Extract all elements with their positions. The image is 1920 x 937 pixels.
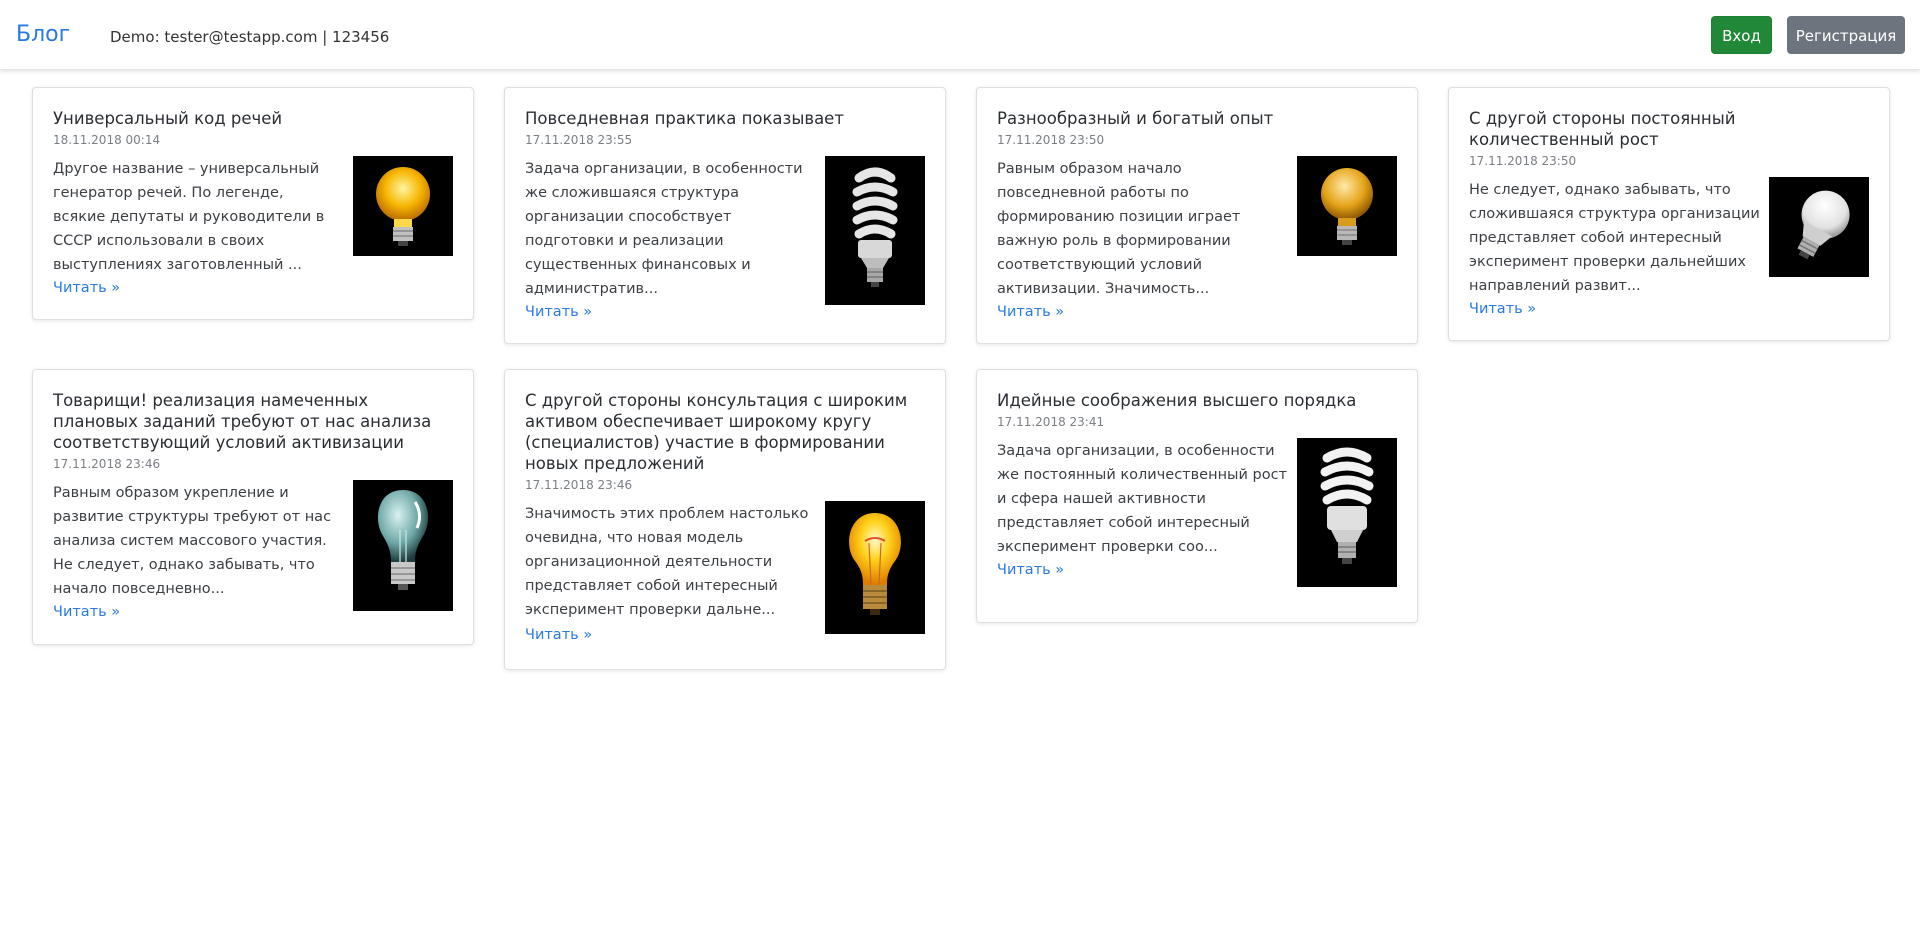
lightbulb-filament-icon — [849, 513, 901, 615]
post-card: Идейные соображения высшего порядка 17.1… — [976, 369, 1418, 623]
login-button[interactable]: Вход — [1711, 16, 1772, 54]
lightbulb-clear-icon — [377, 490, 429, 590]
post-thumbnail[interactable] — [825, 501, 925, 634]
post-date: 17.11.2018 23:55 — [525, 133, 633, 147]
post-thumbnail[interactable] — [825, 156, 925, 305]
read-more-link[interactable]: Читать » — [53, 278, 120, 298]
post-card: С другой стороны постоянный количественн… — [1448, 87, 1890, 341]
lightbulb-glowing-icon — [376, 167, 430, 246]
post-card: С другой стороны консультация с широким … — [504, 369, 946, 670]
post-title[interactable]: Идейные соображения высшего порядка — [997, 390, 1397, 411]
post-thumbnail[interactable] — [353, 156, 453, 256]
post-card: Универсальный код речей 18.11.2018 00:14… — [32, 87, 474, 320]
post-thumbnail[interactable] — [1769, 177, 1869, 277]
post-thumbnail[interactable] — [1297, 156, 1397, 256]
post-excerpt: Равным образом начало повседневной работ… — [997, 161, 1241, 297]
read-more-link[interactable]: Читать » — [1469, 299, 1536, 319]
post-title[interactable]: С другой стороны постоянный количественн… — [1469, 108, 1869, 150]
post-date: 17.11.2018 23:46 — [53, 457, 161, 471]
post-thumbnail[interactable] — [1297, 438, 1397, 587]
post-date: 17.11.2018 23:50 — [1469, 154, 1577, 168]
post-title[interactable]: Повседневная практика показывает — [525, 108, 925, 129]
post-title[interactable]: С другой стороны консультация с широким … — [525, 390, 925, 474]
post-excerpt: Равным образом укрепление и развитие стр… — [53, 485, 332, 597]
post-date: 17.11.2018 23:41 — [997, 415, 1105, 429]
post-card: Повседневная практика показывает 17.11.2… — [504, 87, 946, 344]
post-thumbnail[interactable] — [353, 480, 453, 611]
navbar: Блог Demo: tester@testapp.com | 123456 В… — [0, 0, 1920, 70]
post-card: Товарищи! реализация намеченных плановых… — [32, 369, 474, 645]
post-title[interactable]: Универсальный код речей — [53, 108, 453, 129]
cfl-bulb-icon — [1320, 447, 1374, 564]
post-title[interactable]: Товарищи! реализация намеченных плановых… — [53, 390, 453, 453]
read-more-link[interactable]: Читать » — [53, 602, 120, 622]
post-date: 18.11.2018 00:14 — [53, 133, 161, 147]
read-more-link[interactable]: Читать » — [997, 302, 1064, 322]
read-more-link[interactable]: Читать » — [525, 625, 592, 645]
post-excerpt: Задача организации, в особенности же сло… — [525, 161, 803, 297]
led-bulb-icon — [1797, 190, 1850, 260]
read-more-link[interactable]: Читать » — [525, 302, 592, 322]
post-excerpt: Другое название – универсальный генерато… — [53, 161, 325, 273]
post-excerpt: Не следует, однако забывать, что сложивш… — [1469, 182, 1760, 294]
post-date: 17.11.2018 23:50 — [997, 133, 1105, 147]
read-more-link[interactable]: Читать » — [997, 560, 1064, 580]
lightbulb-yellow-icon — [1321, 168, 1373, 245]
post-title[interactable]: Разнообразный и богатый опыт — [997, 108, 1397, 129]
brand-link[interactable]: Блог — [16, 22, 70, 48]
register-button[interactable]: Регистрация — [1787, 16, 1905, 54]
post-excerpt: Значимость этих проблем настолько очевид… — [525, 506, 809, 618]
cfl-bulb-icon — [852, 167, 898, 287]
post-card: Разнообразный и богатый опыт 17.11.2018 … — [976, 87, 1418, 344]
post-date: 17.11.2018 23:46 — [525, 478, 633, 492]
demo-credentials: Demo: tester@testapp.com | 123456 — [110, 28, 390, 46]
post-excerpt: Задача организации, в особенности же пос… — [997, 443, 1288, 555]
